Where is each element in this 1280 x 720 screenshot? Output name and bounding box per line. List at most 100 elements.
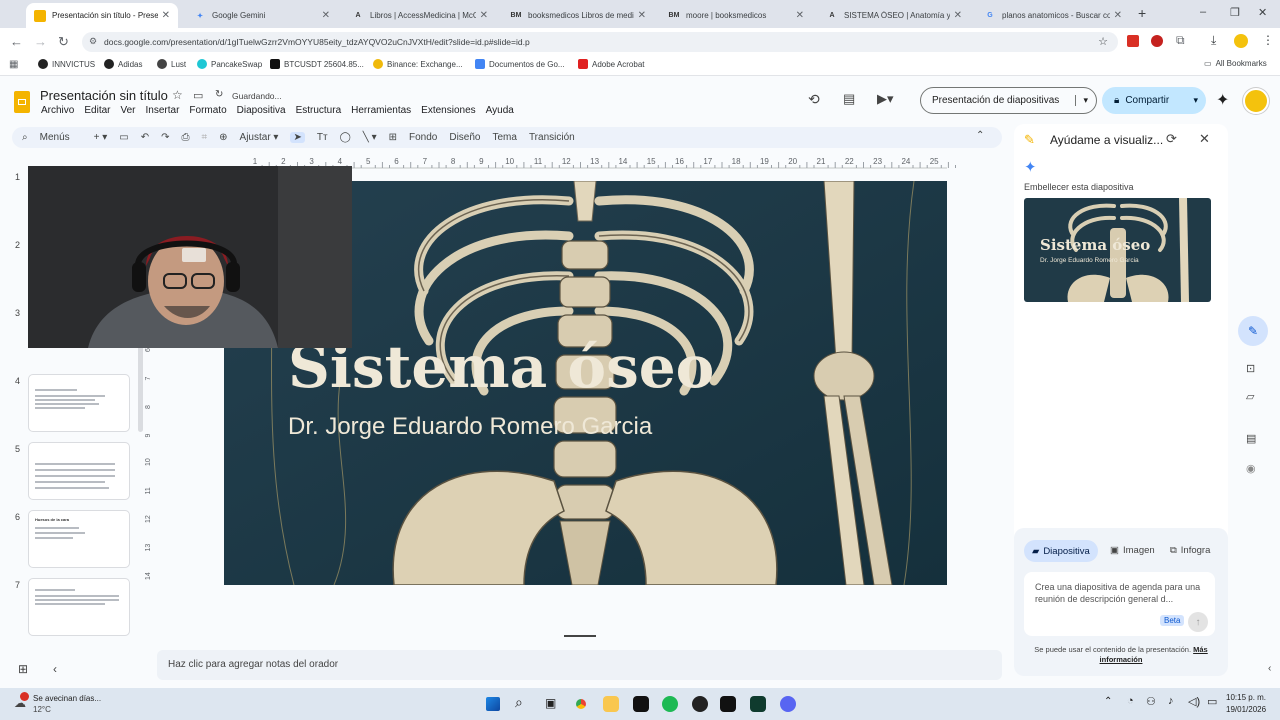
transicion-button[interactable]: Transición [529, 132, 575, 143]
bookmark-lust[interactable]: Lust [157, 59, 186, 69]
slide-thumbnail-7[interactable] [28, 578, 130, 636]
tab-accessmedicina[interactable]: A Libros | AccessMedicina | McGraw Hill … [344, 3, 496, 28]
taskbar-search-icon[interactable]: ⌕ [515, 694, 523, 711]
close-window-icon[interactable]: ✕ [1258, 6, 1267, 19]
close-panel-icon[interactable]: ✕ [1199, 131, 1210, 147]
tab-gemini[interactable]: ✦ Google Gemini ✕ [186, 3, 338, 28]
microphone-icon[interactable]: ♪ [1168, 695, 1174, 707]
close-icon[interactable]: ✕ [1114, 10, 1122, 21]
close-icon[interactable]: ✕ [796, 10, 804, 21]
collapse-toolbar-icon[interactable]: ⌃ [976, 130, 984, 141]
gemini-wand-rail-icon[interactable]: ✎ [1238, 316, 1268, 346]
refresh-icon[interactable]: ⟳ [1166, 131, 1177, 147]
line-icon[interactable]: ╲ ▾ [363, 132, 377, 143]
site-info-icon[interactable]: ⚙ [89, 36, 97, 47]
bookmark-star-icon[interactable]: ☆ [1098, 35, 1108, 48]
minimize-icon[interactable]: – [1200, 6, 1206, 18]
new-slide-icon[interactable]: + ▾ [94, 132, 108, 143]
menus-search[interactable]: Menús [40, 132, 70, 143]
menu-estructura[interactable]: Estructura [296, 105, 342, 116]
send-button[interactable]: ↑ [1188, 612, 1208, 632]
reload-icon[interactable]: ↻ [58, 34, 69, 50]
menu-herramientas[interactable]: Herramientas [351, 105, 411, 116]
menu-ayuda[interactable]: Ayuda [486, 105, 514, 116]
zoom-icon[interactable]: ⊕ [219, 132, 227, 143]
share-button[interactable]: 🔒︎ Compartir ▾ [1102, 87, 1206, 114]
print-icon[interactable]: ⎙ [182, 132, 190, 143]
tab-booksmedicos[interactable]: BM booksmedicos Libros de medicina ✕ [502, 3, 654, 28]
tab-diapositiva[interactable]: ▰ Diapositiva [1024, 540, 1098, 562]
windows-start-icon[interactable] [486, 697, 500, 711]
slideshow-button[interactable]: Presentación de diapositivas ▾ [920, 87, 1097, 114]
maps-icon[interactable]: ◉ [1246, 462, 1256, 475]
document-title[interactable]: Presentación sin título [40, 88, 168, 103]
tab-presentacion[interactable]: Presentación sin título - Presentaciones… [26, 3, 178, 28]
new-tab-button[interactable]: + [1138, 5, 1146, 21]
paint-format-icon[interactable]: ⌗ [202, 132, 208, 143]
shape-icon[interactable]: ◯ [340, 132, 351, 143]
puzzle-icon[interactable]: ⧉ [1176, 33, 1185, 48]
clock-date[interactable]: 19/01/2026 [1226, 705, 1266, 714]
wifi-icon[interactable]: ◔ [1127, 695, 1134, 707]
app-icon[interactable] [692, 696, 708, 712]
user-avatar[interactable] [1243, 88, 1269, 114]
slide-thumbnail-4[interactable] [28, 374, 130, 432]
url-field[interactable]: ⚙ docs.google.com/presentation/d/1gITuel… [82, 32, 1118, 52]
volume-icon[interactable]: ◁) [1188, 695, 1200, 708]
select-tool-icon[interactable]: ➤ [290, 132, 305, 143]
extension-icon[interactable] [1151, 35, 1163, 47]
apps-grid-icon[interactable]: ▦ [9, 59, 18, 70]
clock-time[interactable]: 10:15 p. m. [1226, 693, 1266, 702]
menu-extensiones[interactable]: Extensiones [421, 105, 475, 116]
close-icon[interactable]: ✕ [322, 10, 330, 21]
menu-insertar[interactable]: Insertar [146, 105, 180, 116]
tab-imagen[interactable]: ▣ Imagen [1110, 545, 1155, 556]
slide-subtitle[interactable]: Dr. Jorge Eduardo Romero Garcia [288, 413, 652, 441]
tab-planos[interactable]: G planos anatomicos - Buscar con Google … [976, 3, 1130, 28]
close-icon[interactable]: ✕ [638, 10, 646, 21]
close-icon[interactable]: ✕ [954, 10, 962, 21]
tasks-icon[interactable]: ▤ [1246, 432, 1256, 445]
discord-icon[interactable] [780, 696, 796, 712]
file-explorer-icon[interactable] [603, 696, 619, 712]
zoom-select[interactable]: Ajustar ▾ [240, 132, 279, 143]
slide-thumbnail-5[interactable] [28, 442, 130, 500]
download-icon[interactable]: ⤓ [1211, 33, 1216, 48]
move-folder-icon[interactable]: ▭ [193, 89, 203, 102]
menu-ver[interactable]: Ver [120, 105, 135, 116]
prompt-input[interactable]: Crea una diapositiva de agenda para una … [1024, 572, 1215, 636]
capcut-icon[interactable] [720, 696, 736, 712]
network-icon[interactable]: ⚇ [1146, 695, 1156, 708]
chevron-down-icon[interactable]: ▾ [1075, 95, 1088, 106]
menu-formato[interactable]: Formato [189, 105, 226, 116]
search-icon[interactable]: ⌕ [22, 132, 28, 143]
history-icon[interactable]: ⟲ [808, 91, 820, 108]
more-menu-icon[interactable]: ⋮ [1262, 33, 1274, 47]
task-view-icon[interactable]: ▣ [545, 696, 556, 710]
star-icon[interactable]: ☆ [172, 88, 183, 102]
restore-icon[interactable]: ❐ [1230, 6, 1240, 19]
gemini-spark-icon[interactable]: ✦ [1216, 90, 1229, 110]
tab-sistema-oseo[interactable]: A SISTEMA ÓSEO | Anatomía y fisiología ✕ [818, 3, 970, 28]
drive-icon[interactable]: ▱ [1246, 390, 1254, 403]
collapse-filmstrip-icon[interactable]: ‹ [53, 662, 57, 676]
text-box-icon[interactable]: Tт [317, 132, 328, 143]
speaker-notes[interactable]: Haz clic para agregar notas del orador [157, 650, 1002, 680]
bookmark-pancakeswap[interactable]: PancakeSwap [197, 59, 262, 69]
bookmark-innvictus[interactable]: INNVICTUS [38, 59, 95, 69]
back-icon[interactable]: ← [10, 34, 23, 49]
fondo-button[interactable]: Fondo [409, 132, 437, 143]
meet-icon[interactable]: ▶▾ [877, 91, 894, 107]
comments-icon[interactable]: ▤ [843, 91, 855, 107]
tab-moore[interactable]: BM moore | booksmedicos ✕ [660, 3, 812, 28]
tema-button[interactable]: Tema [492, 132, 516, 143]
chevron-down-icon[interactable]: ▾ [1193, 95, 1198, 106]
notes-divider[interactable] [564, 635, 596, 637]
profile-avatar[interactable] [1234, 34, 1248, 48]
battery-icon[interactable]: ▭ [1207, 695, 1217, 708]
tiktok-icon[interactable] [633, 696, 649, 712]
slides-logo-icon[interactable] [14, 91, 30, 113]
forward-icon[interactable]: → [34, 34, 47, 49]
bookmark-acrobat[interactable]: Adobe Acrobat [578, 59, 644, 69]
menu-archivo[interactable]: Archivo [41, 105, 74, 116]
